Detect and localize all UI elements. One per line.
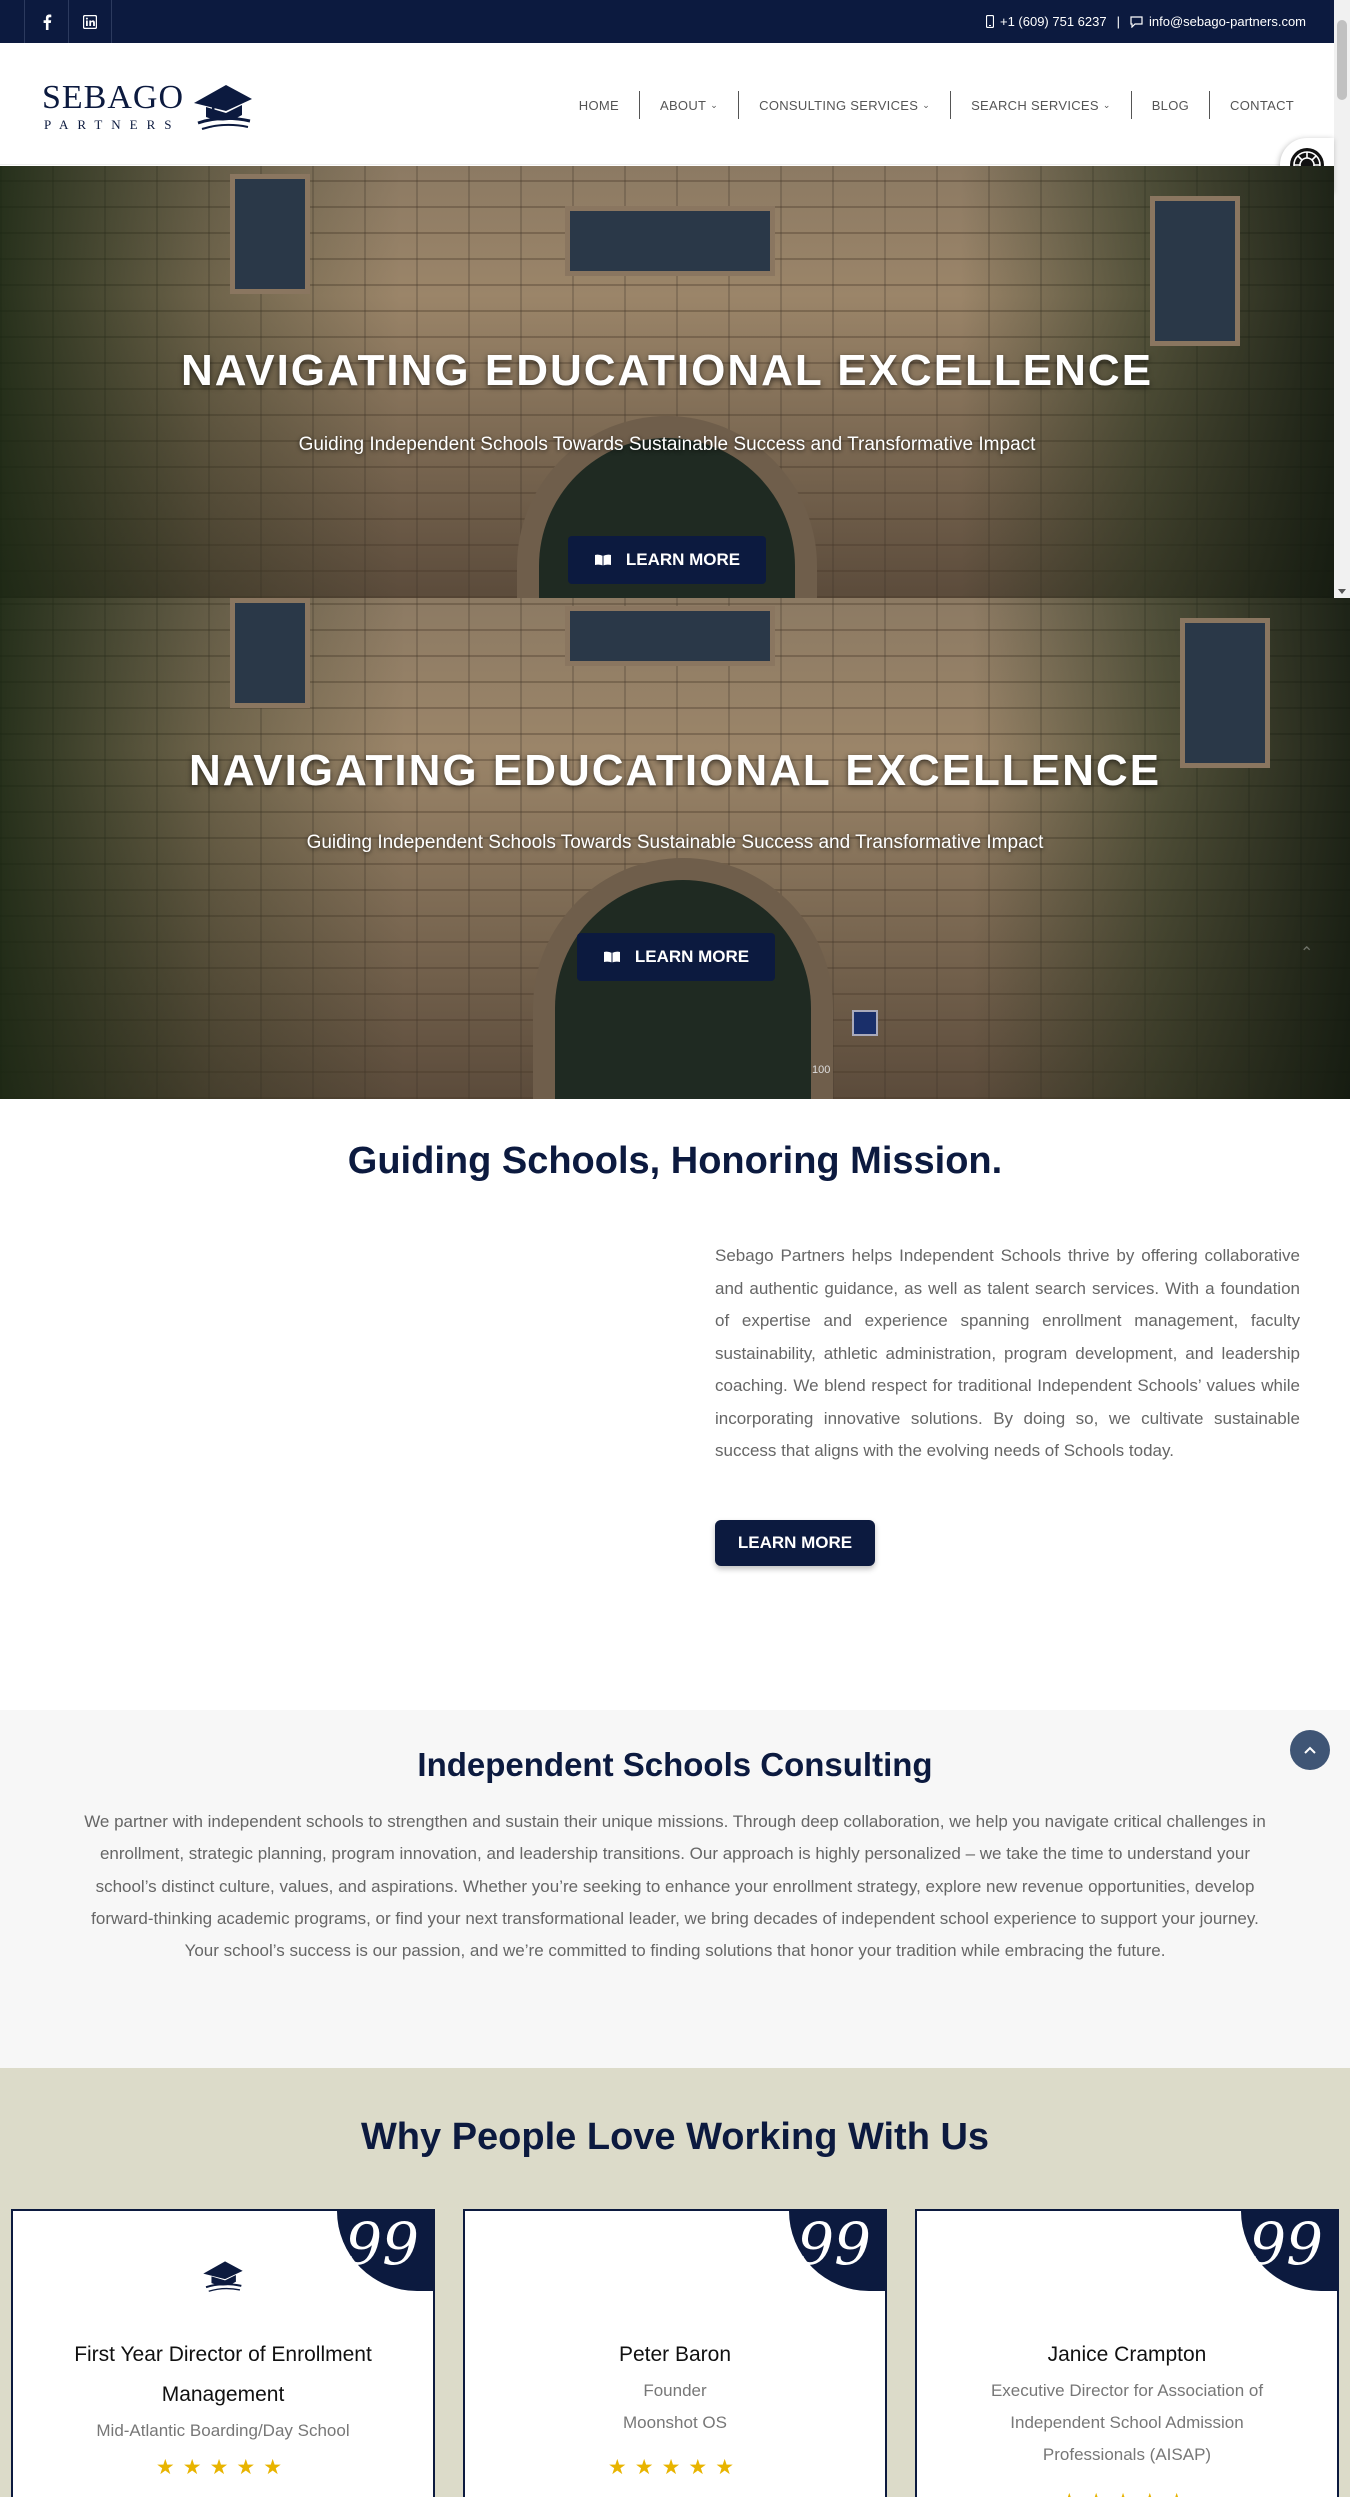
scroll-down-arrow-icon[interactable] <box>1338 589 1346 594</box>
nav-item-contact[interactable]: CONTACT <box>1210 91 1314 119</box>
hero-title: NAVIGATING EDUCATIONAL EXCELLENCE <box>188 746 1162 795</box>
quote-badge: 99 <box>337 2210 433 2291</box>
testimonial-role: Founder Moonshot OS <box>623 2381 727 2432</box>
hero-window-image <box>230 598 310 708</box>
testimonial-name: First Year Director of Enrollment Manage… <box>74 2343 372 2406</box>
quote-badge: 99 <box>1241 2210 1337 2291</box>
main-nav: HOME ABOUT ⌄ CONSULTING SERVICES ⌄ SEARCH … <box>559 91 1314 119</box>
consulting-heading: Independent Schools Consulting <box>417 1746 933 1783</box>
contact-separator: | <box>1116 14 1120 29</box>
consulting-section: Independent Schools Consulting We partne… <box>0 1710 1350 2068</box>
quote-icon: 99 <box>345 2210 419 2278</box>
star-rating: ★★★★★ <box>917 2489 1337 2497</box>
book-icon <box>603 951 620 963</box>
building-plaque-image <box>852 1010 878 1036</box>
graduation-cap-icon <box>203 2261 243 2292</box>
hero-subtitle: Guiding Independent Schools Towards Sust… <box>306 832 1044 853</box>
button-label: LEARN MORE <box>625 550 741 569</box>
linkedin-icon <box>83 14 97 29</box>
testimonials-section: Why People Love Working With Us 99 First… <box>0 2068 1350 2497</box>
consulting-paragraph: We partner with independent schools to s… <box>84 1812 1266 1961</box>
logo-wordmark: SEBAGO <box>42 79 185 116</box>
hero-slide: NAVIGATING EDUCATIONAL EXCELLENCE Guidin… <box>0 598 1350 1099</box>
hero-window-image <box>565 206 775 276</box>
nav-label: SEARCH SERVICES <box>971 97 1099 113</box>
graduation-cap-logo-icon <box>194 85 252 130</box>
chevron-down-icon: ⌄ <box>1102 99 1111 110</box>
email-address[interactable]: info@sebago-partners.com <box>1149 14 1306 29</box>
nav-label: HOME <box>578 97 619 113</box>
nav-item-about[interactable]: ABOUT ⌄ <box>640 91 740 119</box>
hero-window-image <box>230 174 310 294</box>
nav-label: ABOUT <box>659 97 707 113</box>
site-logo[interactable]: SEBAGO PARTNERS <box>42 75 257 135</box>
quote-badge: 99 <box>789 2210 885 2291</box>
site-header: SEBAGO PARTNERS HOME ABOUT ⌄ CONSULTING S… <box>0 43 1334 165</box>
intro-paragraph: Sebago Partners helps Independent School… <box>715 1246 1300 1460</box>
chat-icon <box>1130 15 1143 28</box>
testimonials-heading: Why People Love Working With Us <box>360 2116 990 2158</box>
testimonial-card: 99 Janice Crampton Executive Director fo… <box>915 2209 1339 2497</box>
chevron-up-icon <box>1304 1746 1316 1754</box>
top-bar: +1 (609) 751 6237 | info@sebago-partners… <box>0 0 1334 43</box>
star-rating: ★★★★★ <box>607 2456 743 2479</box>
page-scrollbar[interactable] <box>1334 0 1350 598</box>
intro-learn-more-button[interactable]: LEARN MORE <box>715 1520 875 1566</box>
hero-window-image <box>565 606 775 666</box>
contact-info: +1 (609) 751 6237 | info@sebago-partners… <box>985 14 1306 29</box>
facebook-link[interactable] <box>24 0 68 43</box>
quote-icon: 99 <box>1249 2210 1323 2278</box>
hero-title: NAVIGATING EDUCATIONAL EXCELLENCE <box>180 346 1154 395</box>
hero-learn-more-button[interactable]: LEARN MORE <box>577 933 775 981</box>
facebook-icon <box>43 14 51 30</box>
linkedin-link[interactable] <box>68 0 112 43</box>
nav-label: BLOG <box>1151 97 1190 113</box>
testimonial-role: Executive Director for Association of In… <box>990 2381 1264 2464</box>
nav-label: CONTACT <box>1230 97 1294 113</box>
scrollbar-thumb[interactable] <box>1337 20 1347 100</box>
quote-icon: 99 <box>797 2210 871 2278</box>
back-to-top-button[interactable] <box>1290 1730 1330 1770</box>
phone-icon <box>985 15 994 28</box>
testimonial-card: 99 Peter Baron Founder Moonshot OS ★★★★★ <box>463 2209 887 2497</box>
nav-item-consulting-services[interactable]: CONSULTING SERVICES ⌄ <box>739 91 952 119</box>
chevron-down-icon: ⌄ <box>922 99 931 110</box>
hero-slide: NAVIGATING EDUCATIONAL EXCELLENCE Guidin… <box>0 166 1334 598</box>
button-label: LEARN MORE <box>634 947 750 966</box>
hero-subtitle: Guiding Independent Schools Towards Sust… <box>298 434 1036 455</box>
phone-number[interactable]: +1 (609) 751 6237 <box>1000 14 1107 29</box>
nav-item-home[interactable]: HOME <box>559 91 640 119</box>
intro-heading: Guiding Schools, Honoring Mission. <box>347 1140 1003 1182</box>
logo-subtitle: PARTNERS <box>44 117 181 132</box>
chevron-down-icon: ⌄ <box>710 99 719 110</box>
hero-learn-more-button[interactable]: LEARN MORE <box>568 536 766 584</box>
button-label: LEARN MORE <box>737 1533 853 1552</box>
book-icon <box>594 554 611 566</box>
chevron-up-icon[interactable]: ⌃ <box>1300 943 1313 963</box>
testimonial-card: 99 First Year Director of Enrollment Man… <box>11 2209 435 2497</box>
testimonial-name: Peter Baron <box>618 2343 732 2366</box>
nav-label: CONSULTING SERVICES <box>759 97 919 113</box>
nav-item-blog[interactable]: BLOG <box>1132 91 1211 119</box>
star-rating: ★★★★★ <box>155 2456 291 2479</box>
testimonial-role: Mid-Atlantic Boarding/Day School <box>96 2421 350 2440</box>
plaque-number: 100 <box>812 1064 831 1076</box>
testimonial-name: Janice Crampton <box>1047 2343 1207 2366</box>
nav-item-search-services[interactable]: SEARCH SERVICES ⌄ <box>951 91 1132 119</box>
hero-window-image <box>1150 196 1240 346</box>
